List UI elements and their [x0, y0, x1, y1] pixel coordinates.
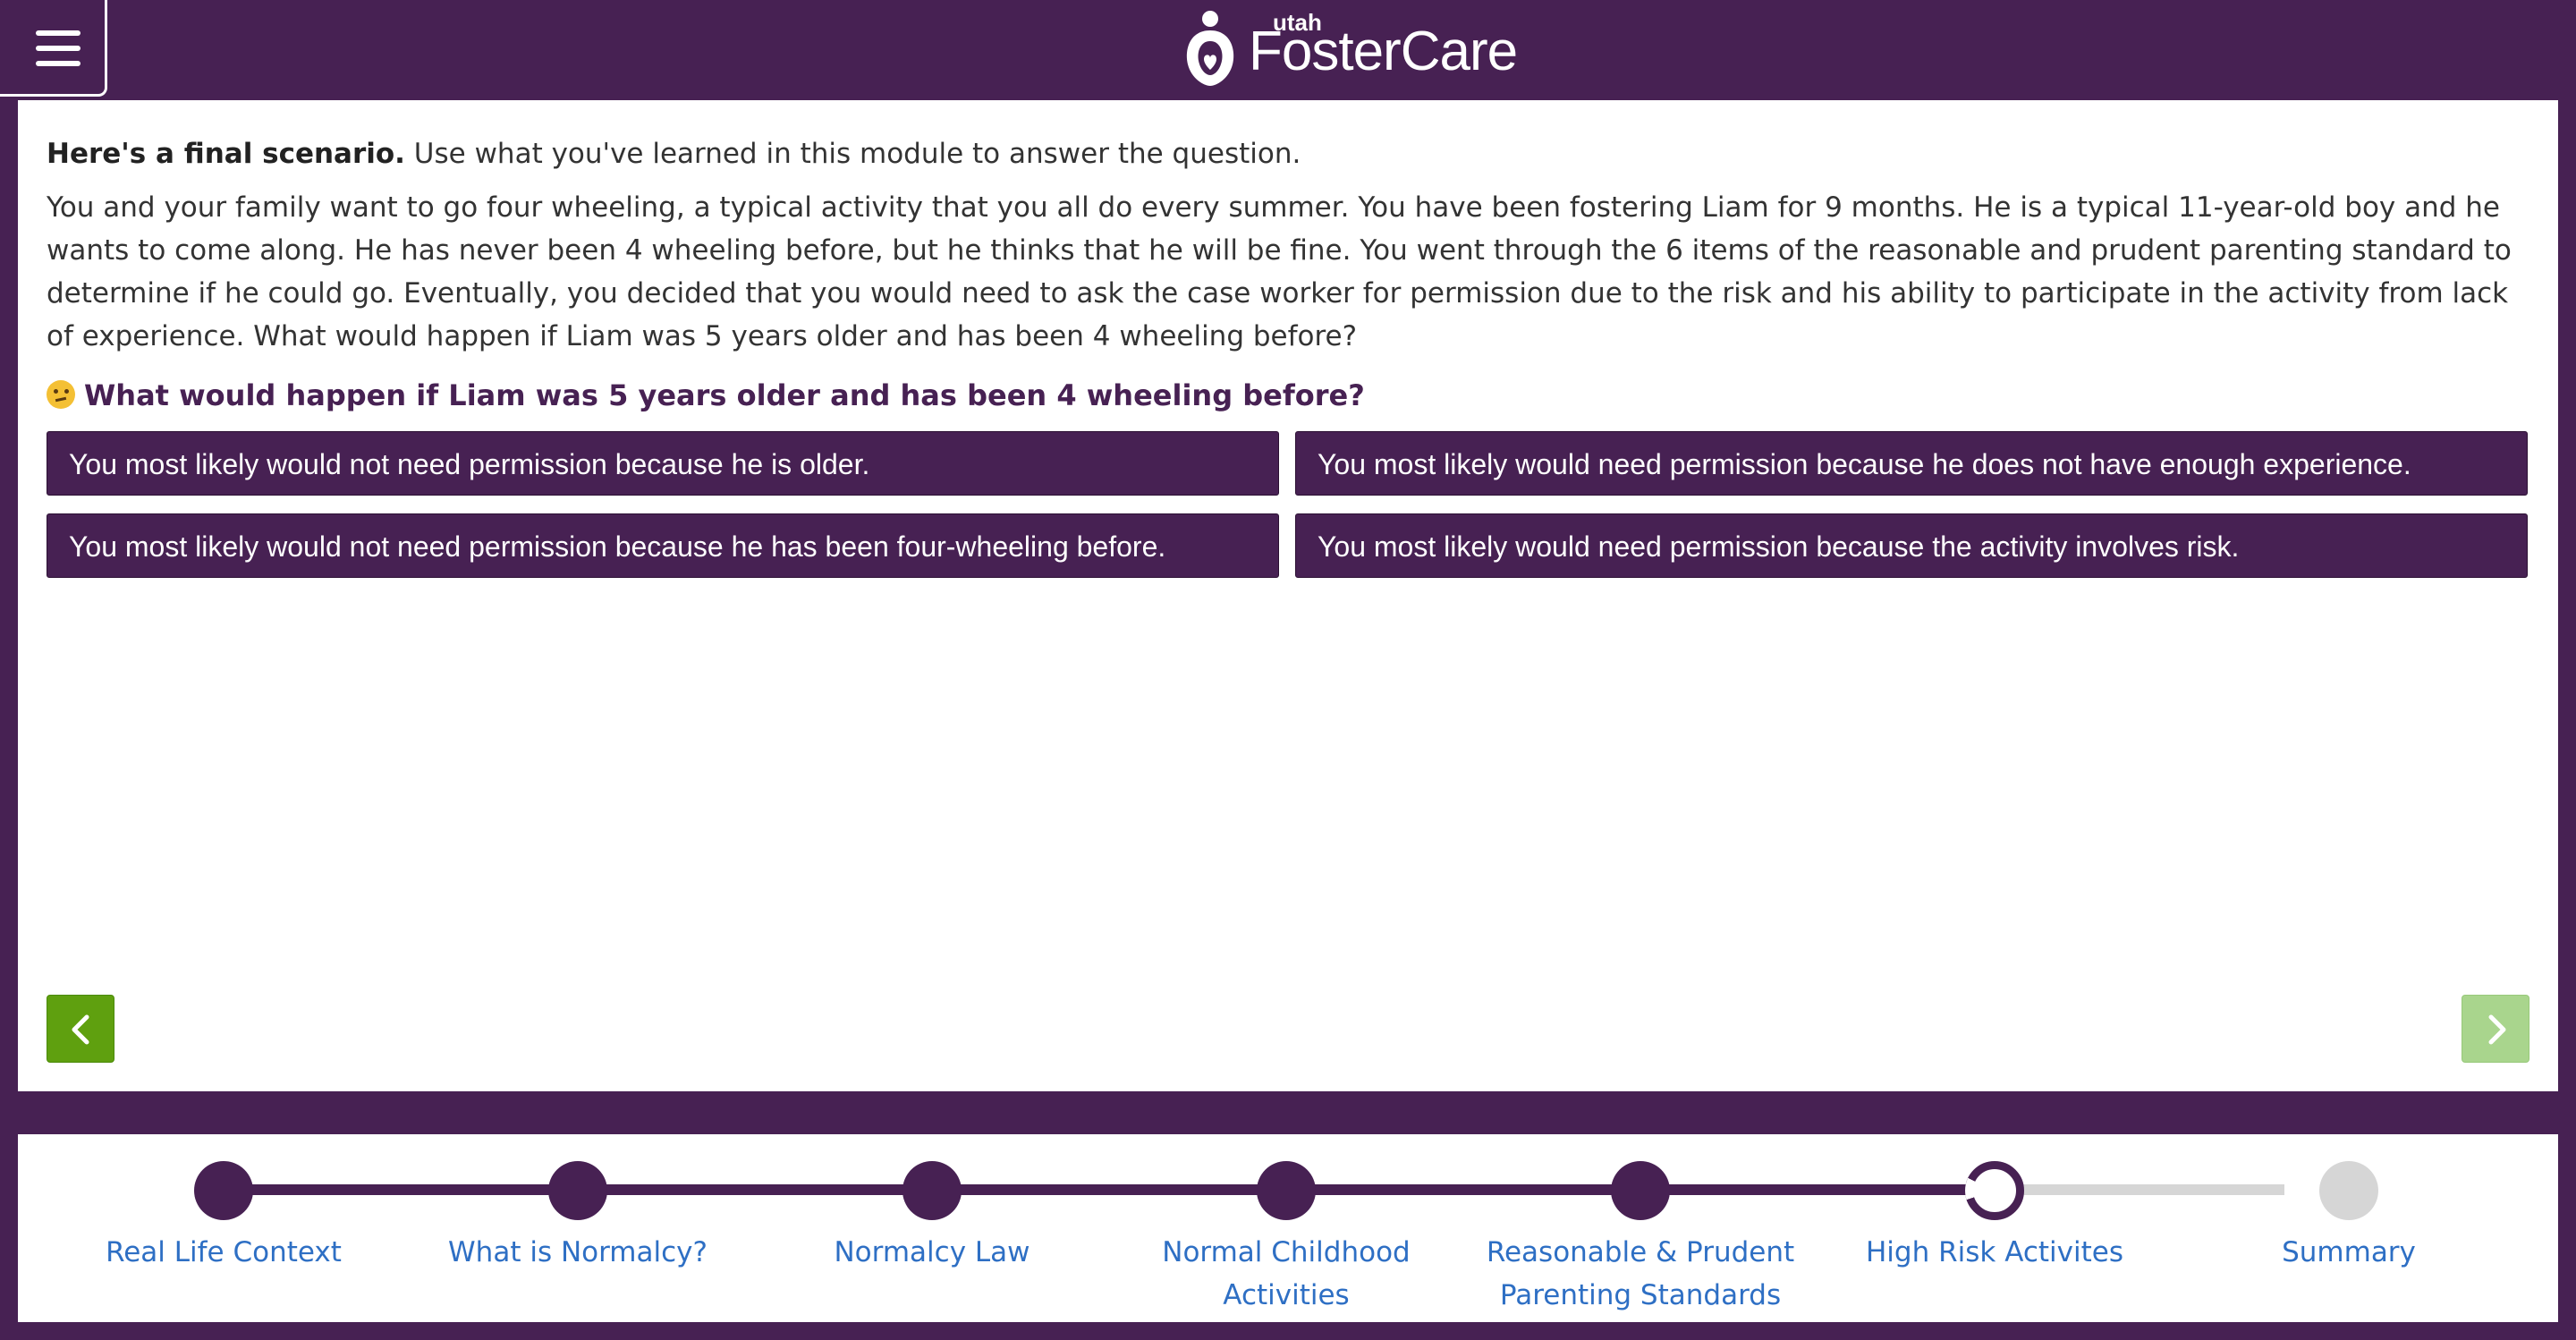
progress-step-label[interactable]: What is Normalcy?: [399, 1231, 757, 1274]
progress-step-label[interactable]: Real Life Context: [45, 1231, 402, 1274]
progress-step-normal-childhood-activities[interactable]: Normal Childhood Activities: [1107, 1161, 1465, 1317]
question-heading: What would happen if Liam was 5 years ol…: [47, 374, 1365, 417]
hamburger-menu-button[interactable]: [0, 0, 107, 97]
answer-option-1[interactable]: You most likely would not need permissio…: [47, 431, 1279, 496]
progress-dot[interactable]: [1611, 1161, 1670, 1220]
chevron-right-icon: [2488, 1014, 2506, 1045]
menu-icon-bar: [36, 46, 80, 51]
menu-icon-bar: [36, 61, 80, 66]
progress-dot[interactable]: [902, 1161, 962, 1220]
progress-dot-current[interactable]: [1965, 1161, 2024, 1220]
lesson-panel: Here's a final scenario. Use what you've…: [18, 100, 2558, 1091]
intro-bold: Here's a final scenario.: [47, 138, 405, 170]
scenario-text: You and your family want to go four whee…: [47, 191, 2512, 352]
answer-option-4[interactable]: You most likely would need permission be…: [1295, 513, 2528, 578]
progress-dot[interactable]: [548, 1161, 607, 1220]
thinking-face-icon: [47, 380, 75, 409]
next-button[interactable]: [2462, 995, 2529, 1063]
menu-icon: [36, 30, 80, 36]
progress-dot[interactable]: [1257, 1161, 1316, 1220]
progress-step-label[interactable]: High Risk Activites: [1816, 1231, 2174, 1274]
previous-button[interactable]: [47, 995, 114, 1063]
progress-step-summary[interactable]: Summary: [2170, 1161, 2528, 1274]
utah-foster-care-logo: utah FosterCare: [1181, 5, 1518, 91]
answer-option-2[interactable]: You most likely would need permission be…: [1295, 431, 2528, 496]
progress-step-high-risk-activities[interactable]: High Risk Activites: [1816, 1161, 2174, 1274]
progress-step-label[interactable]: Normal Childhood Activities: [1152, 1231, 1420, 1317]
progress-dot-future[interactable]: [2319, 1161, 2378, 1220]
progress-step-label[interactable]: Normalcy Law: [753, 1231, 1111, 1274]
intro-instruction: Use what you've learned in this module t…: [404, 138, 1301, 170]
module-progress: Real Life Context What is Normalcy? Norm…: [18, 1134, 2558, 1322]
top-header: utah FosterCare: [0, 0, 2576, 100]
foster-care-logo-icon: [1186, 11, 1234, 86]
progress-step-normalcy-law[interactable]: Normalcy Law: [753, 1161, 1111, 1274]
progress-step-what-is-normalcy[interactable]: What is Normalcy?: [399, 1161, 757, 1274]
progress-step-real-life-context[interactable]: Real Life Context: [45, 1161, 402, 1274]
progress-dot[interactable]: [194, 1161, 253, 1220]
question-text: What would happen if Liam was 5 years ol…: [84, 378, 1365, 412]
progress-step-label[interactable]: Summary: [2170, 1231, 2528, 1274]
progress-step-reasonable-prudent-parenting[interactable]: Reasonable & Prudent Parenting Standards: [1462, 1161, 1819, 1317]
progress-step-label[interactable]: Reasonable & Prudent Parenting Standards: [1479, 1231, 1801, 1317]
answer-option-3[interactable]: You most likely would not need permissio…: [47, 513, 1279, 578]
intro-text: Here's a final scenario. Use what you've…: [47, 132, 2533, 175]
chevron-left-icon: [72, 1014, 89, 1045]
logo-foster-care-text: FosterCare: [1249, 21, 1518, 82]
